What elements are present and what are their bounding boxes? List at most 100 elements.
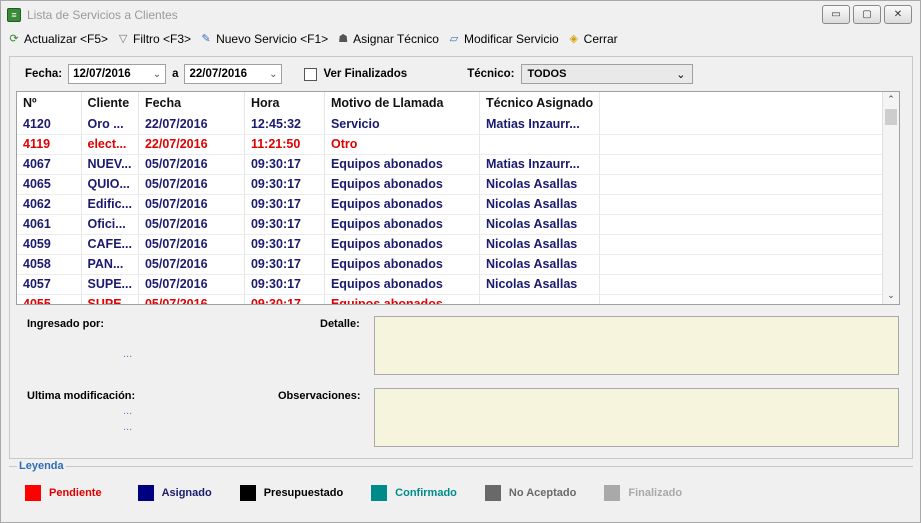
cell-tecnico: Nicolas Asallas [479, 234, 601, 255]
scroll-up-icon[interactable]: ⌃ [883, 92, 899, 108]
cell-filler [599, 254, 885, 275]
cell-tecnico: Nicolas Asallas [479, 194, 601, 215]
observaciones-label: Observaciones: [278, 390, 361, 402]
cell-filler [599, 214, 885, 235]
table-row[interactable]: 4119 elect... 22/07/2016 11:21:50 Otro [17, 134, 885, 155]
col-header-n[interactable]: Nº [17, 92, 82, 114]
filter-button[interactable]: ▽ Filtro <F3> [116, 32, 191, 46]
maximize-button[interactable]: ▢ [853, 5, 881, 24]
col-header-filler [599, 92, 885, 114]
fecha-label: Fecha: [25, 68, 63, 80]
new-document-icon: ✎ [201, 32, 211, 45]
tecnico-select[interactable]: TODOS ⌄ [520, 64, 693, 84]
table-row[interactable]: 4120 Oro ... 22/07/2016 12:45:32 Servicio Mat… [17, 114, 885, 135]
legend-item: Confirmado [371, 485, 457, 501]
cell-cliente: CAFE... [81, 234, 139, 255]
cell-tecnico: Matias Inzaurr... [479, 114, 601, 135]
scroll-down-icon[interactable]: ⌄ [883, 288, 899, 304]
edit-icon: ▱ [449, 32, 459, 45]
cell-tecnico: Matias Inzaurr... [479, 154, 601, 175]
table-header-row: Nº Cliente Fecha Hora Motivo de Llamada … [17, 92, 885, 114]
tecnico-label: Técnico: [467, 68, 515, 80]
col-header-tecnico[interactable]: Técnico Asignado [479, 92, 601, 114]
table-row[interactable]: 4067 NUEV... 05/07/2016 09:30:17 Equipos abo… [17, 154, 885, 175]
ver-finalizados-label: Ver Finalizados [323, 68, 408, 80]
vertical-scrollbar[interactable]: ⌃ ⌄ [882, 92, 899, 304]
cell-n: 4067 [17, 154, 82, 175]
table-row[interactable]: 4059 CAFE... 05/07/2016 09:30:17 Equipos abo… [17, 234, 885, 255]
detalle-field[interactable] [374, 316, 899, 375]
cell-hora: 09:30:17 [244, 174, 325, 195]
legend-label: Confirmado [395, 487, 457, 499]
cell-filler [599, 234, 885, 255]
table-row[interactable]: 4057 SUPE... 05/07/2016 09:30:17 Equipos abo… [17, 274, 885, 295]
legend-swatch [239, 485, 256, 501]
services-grid[interactable]: Nº Cliente Fecha Hora Motivo de Llamada … [16, 91, 900, 305]
assign-technician-button[interactable]: ☗ Asignar Técnico [336, 32, 439, 46]
window-title: Lista de Servicios a Clientes [27, 8, 178, 22]
col-header-hora[interactable]: Hora [244, 92, 325, 114]
close-form-label: Cerrar [583, 32, 618, 46]
cell-fecha: 05/07/2016 [138, 214, 245, 235]
minimize-button[interactable]: ▭ [822, 5, 850, 24]
col-header-fecha[interactable]: Fecha [138, 92, 245, 114]
filter-bar: Fecha: 12/07/2016 ⌄ a 22/07/2016 ⌄ Ver F… [25, 63, 693, 85]
table-row[interactable]: 4058 PAN... 05/07/2016 09:30:17 Equipos abon… [17, 254, 885, 275]
legend-item: No Aceptado [484, 485, 576, 501]
cell-fecha: 05/07/2016 [138, 154, 245, 175]
close-form-button[interactable]: ◈ Cerrar [567, 32, 618, 46]
refresh-label: Actualizar <F5> [24, 32, 109, 46]
observaciones-field[interactable] [374, 388, 899, 447]
cell-cliente: elect... [81, 134, 139, 155]
cell-cliente: Edific... [81, 194, 139, 215]
date-from-picker[interactable]: 12/07/2016 ⌄ [68, 64, 167, 84]
filter-label: Filtro <F3> [133, 32, 192, 46]
cell-motivo: Equipos abonados [324, 214, 480, 235]
table-row[interactable]: 4062 Edific... 05/07/2016 09:30:17 Equipos a… [17, 194, 885, 215]
cell-cliente: NUEV... [81, 154, 139, 175]
cell-hora: 09:30:17 [244, 294, 325, 304]
close-button[interactable]: ✕ [884, 5, 912, 24]
window-controls: ▭ ▢ ✕ [822, 5, 912, 24]
technician-icon: ☗ [338, 32, 349, 45]
cell-fecha: 22/07/2016 [138, 114, 245, 135]
legend-swatch [25, 485, 41, 501]
cell-n: 4055 [17, 294, 82, 304]
cell-tecnico: Nicolas Asallas [479, 274, 601, 295]
table-row[interactable]: 4055 SUPE... 05/07/2016 09:30:17 Equipos abo… [17, 294, 885, 304]
legend-title: Leyenda [17, 460, 66, 472]
cell-fecha: 05/07/2016 [138, 174, 245, 195]
cell-filler [599, 274, 885, 295]
cell-n: 4062 [17, 194, 82, 215]
new-service-button[interactable]: ✎ Nuevo Servicio <F1> [199, 32, 328, 46]
cell-motivo: Equipos abonados [324, 174, 480, 195]
cell-cliente: PAN... [81, 254, 139, 275]
ver-finalizados-checkbox[interactable] [304, 67, 318, 81]
col-header-cliente[interactable]: Cliente [81, 92, 139, 114]
date-from-value: 12/07/2016 [73, 68, 131, 80]
cell-n: 4057 [17, 274, 82, 295]
filter-icon: ▽ [118, 32, 128, 45]
cell-filler [599, 294, 885, 304]
cell-tecnico: Nicolas Asallas [479, 214, 601, 235]
table-row[interactable]: 4065 QUIO... 05/07/2016 09:30:17 Equipos abo… [17, 174, 885, 195]
edit-service-button[interactable]: ▱ Modificar Servicio [447, 32, 559, 46]
ultima-value-1: ... [123, 405, 133, 417]
legend-swatch [604, 485, 621, 501]
cell-hora: 09:30:17 [244, 274, 325, 295]
refresh-icon: ⟳ [9, 32, 19, 45]
cell-hora: 12:45:32 [244, 114, 325, 135]
cell-hora: 11:21:50 [244, 134, 325, 155]
legend-label: Finalizado [628, 487, 683, 499]
refresh-button[interactable]: ⟳ Actualizar <F5> [7, 32, 108, 46]
table-row[interactable]: 4061 Ofici... 05/07/2016 09:30:17 Equipos ab… [17, 214, 885, 235]
col-header-motivo[interactable]: Motivo de Llamada [324, 92, 480, 114]
legend-item: Presupuestado [239, 485, 344, 501]
cell-cliente: Ofici... [81, 214, 139, 235]
scroll-thumb[interactable] [885, 109, 897, 125]
date-to-value: 22/07/2016 [189, 68, 248, 80]
legend-swatch [484, 485, 501, 501]
cell-n: 4119 [17, 134, 82, 155]
legend-label: Presupuestado [263, 487, 344, 499]
date-to-picker[interactable]: 22/07/2016 ⌄ [184, 64, 283, 84]
